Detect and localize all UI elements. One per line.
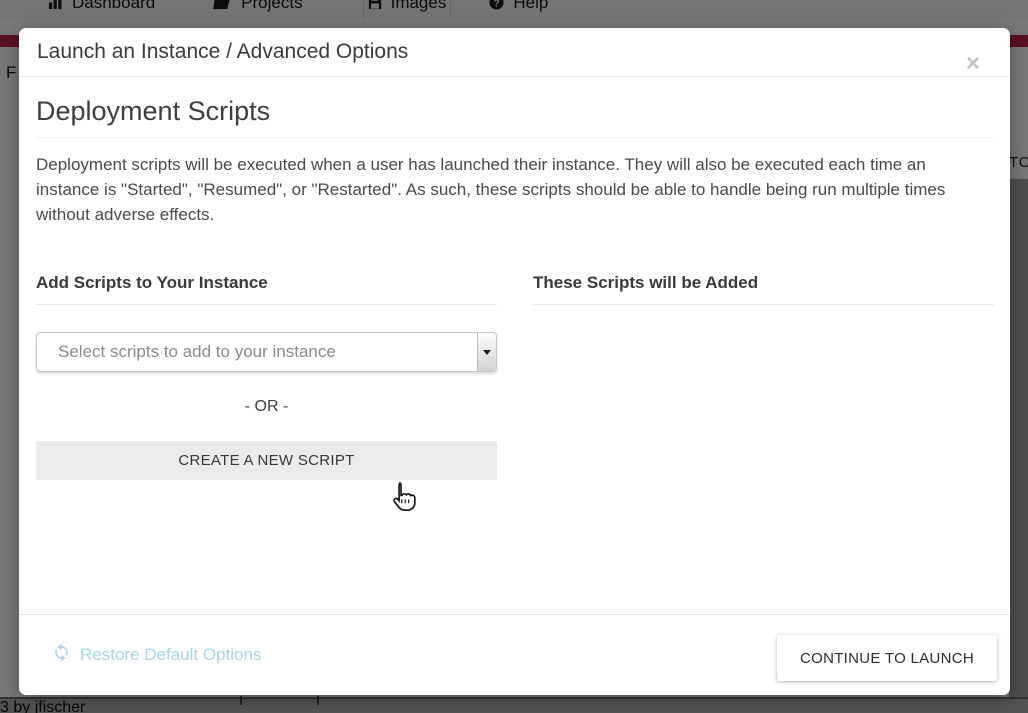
continue-to-launch-button[interactable]: CONTINUE TO LAUNCH bbox=[777, 635, 997, 681]
add-scripts-heading: Add Scripts to Your Instance bbox=[36, 273, 497, 305]
advanced-options-modal: Launch an Instance / Advanced Options × … bbox=[19, 28, 1010, 695]
or-separator-text: - OR - bbox=[36, 398, 497, 416]
columns: Add Scripts to Your Instance Select scri… bbox=[36, 273, 994, 480]
modal-footer: Restore Default Options CONTINUE TO LAUN… bbox=[19, 614, 1010, 695]
scripts-select[interactable]: Select scripts to add to your instance bbox=[36, 332, 497, 372]
screen: Dashboard Projects Images bbox=[0, 0, 1028, 713]
sync-icon bbox=[52, 643, 71, 667]
close-icon[interactable]: × bbox=[966, 54, 980, 74]
cursor-pointer-icon bbox=[388, 481, 418, 518]
section-heading: Deployment Scripts bbox=[36, 96, 994, 138]
create-script-button[interactable]: CREATE A NEW SCRIPT bbox=[36, 441, 497, 480]
scripts-select-placeholder: Select scripts to add to your instance bbox=[37, 342, 336, 362]
modal-body: Deployment Scripts Deployment scripts wi… bbox=[19, 77, 1010, 480]
modal-header: Launch an Instance / Advanced Options × bbox=[19, 28, 1010, 77]
add-scripts-column: Add Scripts to Your Instance Select scri… bbox=[36, 273, 497, 480]
added-scripts-column: These Scripts will be Added bbox=[533, 273, 994, 480]
added-scripts-heading: These Scripts will be Added bbox=[533, 273, 994, 305]
section-description: Deployment scripts will be executed when… bbox=[36, 152, 971, 227]
restore-defaults-label: Restore Default Options bbox=[80, 645, 261, 665]
chevron-down-icon[interactable] bbox=[477, 333, 496, 371]
modal-title: Launch an Instance / Advanced Options bbox=[37, 40, 408, 64]
restore-defaults-button[interactable]: Restore Default Options bbox=[52, 643, 261, 667]
